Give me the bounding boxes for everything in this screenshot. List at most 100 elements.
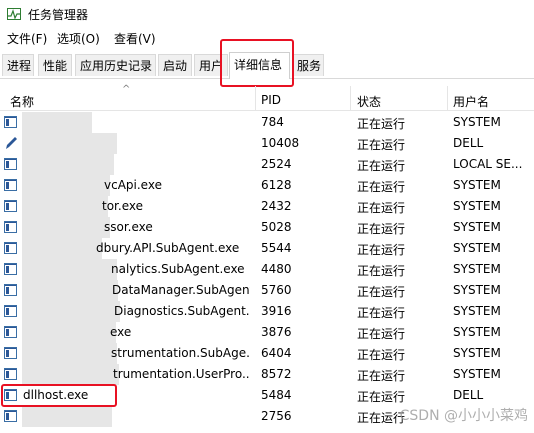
column-header-username[interactable]: 用户名 xyxy=(453,93,489,110)
tab-services[interactable]: 服务 xyxy=(292,54,324,76)
redacted-region xyxy=(22,406,112,427)
redacted-region xyxy=(22,322,116,343)
tab-bar: 进程 性能 应用历史记录 启动 用户 详细信息 服务 xyxy=(0,52,534,79)
process-status: 正在运行 xyxy=(357,180,406,194)
process-user: LOCAL SE... xyxy=(453,157,523,171)
process-row[interactable]: 10408 正在运行 DELL xyxy=(0,133,534,154)
process-row[interactable]: DataManager.SubAgent... 5760 正在运行 SYSTEM xyxy=(0,280,534,301)
tab-startup[interactable]: 启动 xyxy=(158,54,192,76)
process-status: 正在运行 xyxy=(357,201,406,215)
column-header-name[interactable]: 名称 xyxy=(10,93,34,110)
process-user: SYSTEM xyxy=(453,262,501,276)
redacted-region xyxy=(22,154,114,175)
process-user: SYSTEM xyxy=(453,199,501,213)
column-header-row: ^ 名称 PID 状态 用户名 xyxy=(0,84,534,111)
process-user: SYSTEM xyxy=(453,367,501,381)
column-divider[interactable] xyxy=(255,86,256,110)
tab-details[interactable]: 详细信息 xyxy=(229,52,290,79)
process-row[interactable]: vcApi.exe 6128 正在运行 SYSTEM xyxy=(0,175,534,196)
redacted-region xyxy=(22,364,119,385)
column-divider[interactable] xyxy=(350,86,351,110)
process-icon xyxy=(4,158,17,170)
column-header-status[interactable]: 状态 xyxy=(357,93,381,110)
process-user: DELL xyxy=(453,388,484,402)
process-icon xyxy=(4,263,17,275)
process-status: 正在运行 xyxy=(357,264,406,278)
process-user: SYSTEM xyxy=(453,325,501,339)
process-pid: 4480 xyxy=(261,262,292,276)
process-status: 正在运行 xyxy=(357,390,406,404)
redacted-region xyxy=(22,112,92,133)
redacted-region xyxy=(22,217,110,238)
sort-caret-icon: ^ xyxy=(122,84,131,95)
process-pid: 784 xyxy=(261,115,284,129)
redacted-region xyxy=(22,343,117,364)
redacted-region xyxy=(22,238,102,259)
process-icon xyxy=(4,347,17,359)
process-status: 正在运行 xyxy=(357,243,406,257)
process-status: 正在运行 xyxy=(357,159,406,173)
process-icon xyxy=(4,389,17,401)
menu-options[interactable]: 选项(O) xyxy=(57,30,100,47)
redacted-region xyxy=(22,301,120,322)
process-user: SYSTEM xyxy=(453,283,501,297)
process-row[interactable]: exe 3876 正在运行 SYSTEM xyxy=(0,322,534,343)
process-icon xyxy=(4,179,17,191)
tab-app-history[interactable]: 应用历史记录 xyxy=(75,54,156,76)
process-row[interactable]: strumentation.SubAge... 6404 正在运行 SYSTEM xyxy=(0,343,534,364)
process-name: vcApi.exe xyxy=(104,178,162,192)
process-status: 正在运行 xyxy=(357,222,406,236)
process-pid: 8572 xyxy=(261,367,292,381)
process-status: 正在运行 xyxy=(357,306,406,320)
process-name: nalytics.SubAgent.exe xyxy=(111,262,245,276)
process-icon xyxy=(4,242,17,254)
process-row[interactable]: tor.exe 2432 正在运行 SYSTEM xyxy=(0,196,534,217)
process-user: SYSTEM xyxy=(453,304,501,318)
process-icon xyxy=(4,200,17,212)
title-bar: 任务管理器 xyxy=(0,0,534,28)
column-header-pid[interactable]: PID xyxy=(261,93,281,107)
process-name: exe xyxy=(110,325,132,339)
pen-icon xyxy=(6,137,17,149)
process-icon xyxy=(4,305,17,317)
redacted-region xyxy=(22,280,118,301)
tab-processes[interactable]: 进程 xyxy=(2,54,34,76)
process-name: ssor.exe xyxy=(104,220,153,234)
process-user: SYSTEM xyxy=(453,346,501,360)
process-pid: 5544 xyxy=(261,241,292,255)
process-row[interactable]: 2524 正在运行 LOCAL SE... xyxy=(0,154,534,175)
process-row[interactable]: nalytics.SubAgent.exe 4480 正在运行 SYSTEM xyxy=(0,259,534,280)
menu-file[interactable]: 文件(F) xyxy=(7,30,47,47)
process-user: DELL xyxy=(453,136,484,150)
process-row[interactable]: trumentation.UserPro... 8572 正在运行 SYSTEM xyxy=(0,364,534,385)
menu-view[interactable]: 查看(V) xyxy=(114,30,156,47)
redacted-region xyxy=(22,175,110,196)
redacted-region xyxy=(22,133,117,154)
process-pid: 3876 xyxy=(261,325,292,339)
process-row[interactable]: ssor.exe 5028 正在运行 SYSTEM xyxy=(0,217,534,238)
tab-users[interactable]: 用户 xyxy=(194,54,228,76)
process-row[interactable]: Diagnostics.SubAgent.exe 3916 正在运行 SYSTEM xyxy=(0,301,534,322)
redacted-region xyxy=(22,196,108,217)
column-divider[interactable] xyxy=(447,86,448,110)
process-pid: 2524 xyxy=(261,157,292,171)
process-icon xyxy=(4,368,17,380)
process-status: 正在运行 xyxy=(357,369,406,383)
process-pid: 5028 xyxy=(261,220,292,234)
process-pid: 2432 xyxy=(261,199,292,213)
process-row[interactable]: dbury.API.SubAgent.exe 5544 正在运行 SYSTEM xyxy=(0,238,534,259)
process-status: 正在运行 xyxy=(357,411,406,425)
process-name: trumentation.UserPro... xyxy=(113,367,250,381)
process-user: SYSTEM xyxy=(453,178,501,192)
process-name: dbury.API.SubAgent.exe xyxy=(96,241,240,255)
process-name: tor.exe xyxy=(102,199,143,213)
tab-performance[interactable]: 性能 xyxy=(38,54,72,76)
process-pid: 3916 xyxy=(261,304,292,318)
process-name: dllhost.exe xyxy=(23,388,89,402)
process-pid: 5760 xyxy=(261,283,292,297)
process-user: SYSTEM xyxy=(453,220,501,234)
redacted-region xyxy=(22,259,117,280)
process-row[interactable]: dllhost.exe 5484 正在运行 DELL xyxy=(0,385,534,406)
process-pid: 6404 xyxy=(261,346,292,360)
process-row[interactable]: 784 正在运行 SYSTEM xyxy=(0,112,534,133)
